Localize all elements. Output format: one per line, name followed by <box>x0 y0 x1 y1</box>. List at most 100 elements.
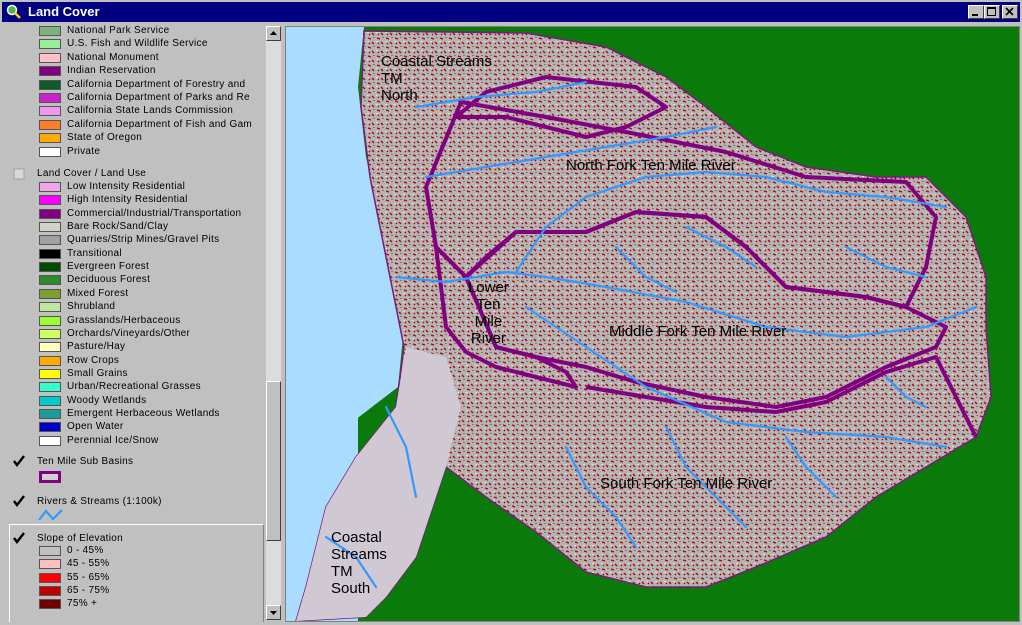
legend-label: Indian Reservation <box>67 65 156 77</box>
legend-swatch <box>39 342 61 353</box>
legend-label: 0 - 45% <box>67 545 104 556</box>
sub-basins-layer-title[interactable]: Ten Mile Sub Basins <box>37 456 133 467</box>
legend-label: High Intensity Residential <box>67 194 188 206</box>
scroll-down-button[interactable] <box>266 605 281 620</box>
legend-swatch <box>39 79 61 90</box>
minimize-button[interactable] <box>968 5 984 19</box>
label-north-fork: North Fork Ten Mile River <box>566 157 736 174</box>
legend-swatch <box>39 248 61 259</box>
legend-label: California Department of Forestry and <box>67 78 246 90</box>
map-label-line: TM <box>381 70 403 87</box>
legend-swatch <box>39 275 61 286</box>
legend-label: California State Lands Commission <box>67 105 234 117</box>
map-label-line: Mile <box>474 313 503 330</box>
legend-swatch <box>39 93 61 103</box>
legend-label: 55 - 65% <box>67 571 110 583</box>
legend-swatch <box>39 395 61 406</box>
map-label-line: Coastal <box>331 529 382 546</box>
legend-swatch <box>39 195 61 206</box>
legend-swatch <box>39 368 61 379</box>
legend-swatch <box>39 182 61 192</box>
legend-swatch <box>39 435 61 446</box>
legend-swatch <box>39 26 61 36</box>
legend-label: Low Intensity Residential <box>67 181 186 192</box>
table-of-contents: National Park Service U.S. Fish and Wildl… <box>4 24 266 622</box>
land-cover-window: Land Cover National Park Service U.S. Fis… <box>0 0 1022 625</box>
legend-label: Row Crops <box>67 354 120 366</box>
legend-swatch <box>39 262 61 273</box>
map-label-line: Lower <box>468 279 509 296</box>
legend-swatch <box>39 235 61 246</box>
map-view[interactable]: Coastal Streams TM North North Fork Ten Mi… <box>285 26 1020 622</box>
sub-basins-visibility-checkbox[interactable] <box>12 454 26 468</box>
land-cover-visibility-checkbox[interactable] <box>12 167 26 181</box>
legend-swatch <box>39 66 61 77</box>
toc-scrollbar[interactable] <box>266 26 281 620</box>
map-label-line: South <box>331 580 371 597</box>
map-label-line: River <box>470 330 506 347</box>
minimize-icon <box>972 14 978 16</box>
label-coastal-streams-south: Coastal Streams TM South <box>331 529 387 597</box>
legend-label: Shrubland <box>67 301 116 313</box>
legend-label: Grasslands/Herbaceous <box>67 314 181 326</box>
map-label-line: North <box>381 87 418 104</box>
legend-label: Commercial/Industrial/Transportation <box>67 207 242 219</box>
scroll-thumb[interactable] <box>266 381 281 541</box>
legend-label: Urban/Recreational Grasses <box>67 381 201 393</box>
slope-layer-title[interactable]: Slope of Elevation <box>37 533 123 544</box>
title-bar[interactable]: Land Cover <box>2 2 1020 22</box>
legend-label: 75% + <box>67 598 98 610</box>
legend-label: Private <box>67 145 101 157</box>
unchecked-box-icon <box>13 168 25 180</box>
sub-basin-symbol <box>39 471 61 483</box>
legend-label: Pasture/Hay <box>67 341 126 353</box>
maximize-icon <box>987 7 996 16</box>
legend-label: Perennial Ice/Snow <box>67 434 159 446</box>
legend-label: California Department of Parks and Re <box>67 92 250 103</box>
legend-label: Orchards/Vineyards/Other <box>67 327 191 339</box>
legend-swatch <box>39 382 61 393</box>
legend-label: Emergent Herbaceous Wetlands <box>67 407 220 419</box>
window-title: Land Cover <box>28 4 100 19</box>
legend-label: Open Water <box>67 421 124 433</box>
arrow-up-icon <box>270 31 277 35</box>
map-label-line: Coastal Streams <box>381 53 492 70</box>
legend-swatch <box>39 315 61 326</box>
legend-swatch <box>39 222 61 233</box>
magnifier-globe-icon <box>6 4 21 19</box>
river-line-symbol <box>37 508 65 522</box>
legend-label: U.S. Fish and Wildlife Service <box>67 38 208 50</box>
legend-swatch <box>39 328 61 339</box>
label-lower-ten-mile: Lower Ten Mile River <box>468 279 509 347</box>
label-middle-fork: Middle Fork Ten Mile River <box>609 323 787 340</box>
land-cover-layer-title[interactable]: Land Cover / Land Use <box>37 168 146 179</box>
label-coastal-streams-north: Coastal Streams TM North <box>381 53 492 104</box>
legend-swatch <box>39 422 61 433</box>
legend-swatch <box>39 572 61 583</box>
legend-swatch <box>39 559 61 570</box>
checkmark-icon <box>13 495 25 507</box>
legend-swatch <box>39 146 61 157</box>
map-label-line: Streams <box>331 546 387 563</box>
legend-label: Evergreen Forest <box>67 261 150 273</box>
legend-swatch <box>39 208 61 219</box>
legend-swatch <box>39 52 61 63</box>
maximize-button[interactable] <box>984 5 1000 19</box>
legend-swatch <box>39 302 61 313</box>
close-button[interactable] <box>1002 5 1018 19</box>
rivers-layer-title[interactable]: Rivers & Streams (1:100k) <box>37 496 162 507</box>
rivers-visibility-checkbox[interactable] <box>12 494 26 508</box>
label-south-fork: South Fork Ten Mile River <box>600 475 773 492</box>
close-icon <box>1005 7 1014 16</box>
legend-label: Woody Wetlands <box>67 394 147 406</box>
legend-label: Bare Rock/Sand/Clay <box>67 221 169 233</box>
legend-label: National Park Service <box>67 25 170 36</box>
slope-visibility-checkbox[interactable] <box>12 531 26 545</box>
arrow-down-icon <box>270 611 277 615</box>
checkmark-icon <box>13 532 25 544</box>
map-label-line: TM <box>331 563 353 580</box>
legend-swatch <box>39 119 61 130</box>
scroll-up-button[interactable] <box>266 26 281 41</box>
legend-label: National Monument <box>67 51 159 63</box>
legend-label: California Department of Fish and Gam <box>67 118 253 130</box>
